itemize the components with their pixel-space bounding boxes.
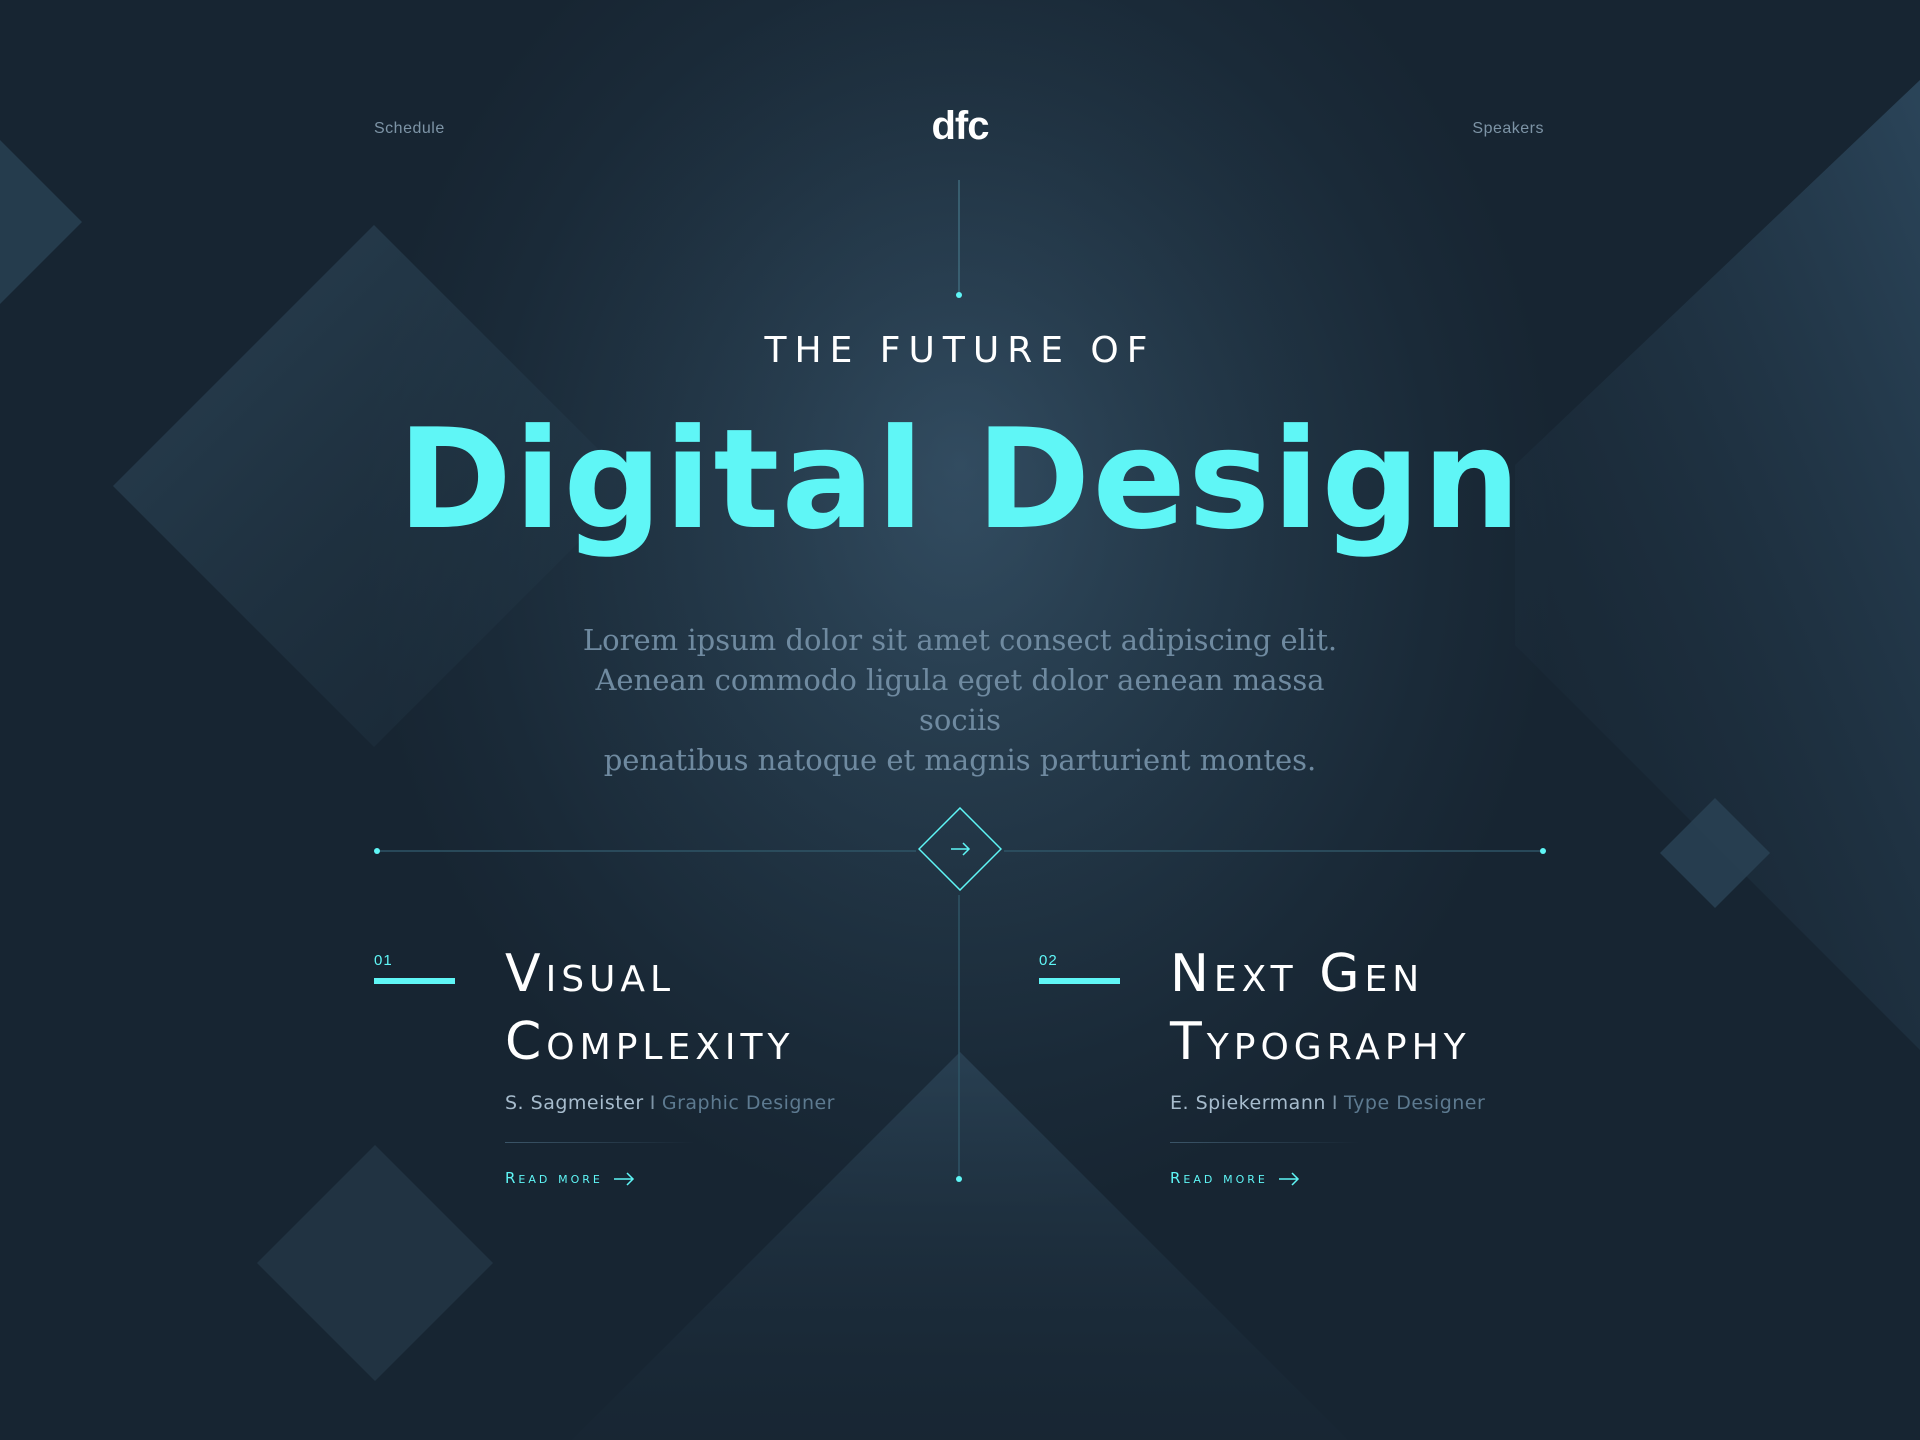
talk-title: Visual Complexity xyxy=(505,940,965,1076)
lede-line: Lorem ipsum dolor sit amet consect adipi… xyxy=(582,623,1338,657)
talk-title-line: Next Gen xyxy=(1170,944,1425,1004)
talk-title-line: Visual xyxy=(505,944,676,1004)
logo-text[interactable]: dfc xyxy=(932,104,990,149)
speaker-role: Type Designer xyxy=(1344,1092,1486,1114)
talk-number: 01 xyxy=(374,952,393,969)
read-more-link[interactable]: Read more xyxy=(1170,1169,1300,1187)
talk-rule xyxy=(505,1142,695,1143)
read-more-link[interactable]: Read more xyxy=(505,1169,635,1187)
lede-line: penatibus natoque et magnis parturient m… xyxy=(603,743,1317,777)
hero-eyebrow: THE FUTURE OF xyxy=(764,330,1156,371)
bg-diamond xyxy=(0,140,82,304)
read-more-label[interactable]: Read more xyxy=(1170,1169,1268,1187)
nav-speakers-link[interactable]: Speakers xyxy=(1472,120,1544,138)
speaker-role: Graphic Designer xyxy=(661,1092,835,1114)
arrow-right-icon xyxy=(1278,1171,1299,1186)
talk-accent-bar xyxy=(374,978,455,984)
logo[interactable]: dfc xyxy=(0,104,1920,149)
talk-rule xyxy=(1170,1142,1360,1143)
talk-title-line: Complexity xyxy=(505,1012,795,1072)
arrow-right-icon xyxy=(613,1171,634,1186)
next-diamond-button[interactable] xyxy=(917,806,1003,892)
talk-speaker-meta: S. Sagmeister I Graphic Designer xyxy=(505,1092,835,1114)
hero-headline: Digital Design xyxy=(397,399,1523,560)
meta-separator: I xyxy=(1331,1092,1339,1114)
meta-separator: I xyxy=(649,1092,656,1114)
talk-title: Next Gen Typography xyxy=(1170,940,1630,1076)
speaker-name: E. Spiekermann xyxy=(1170,1092,1326,1114)
read-more-label[interactable]: Read more xyxy=(505,1169,603,1187)
talk-speaker-meta: E. Spiekermann I Type Designer xyxy=(1170,1092,1485,1114)
arrow-right-icon xyxy=(917,806,1003,892)
bg-diamond xyxy=(257,1145,493,1381)
talk-title-line: Typography xyxy=(1170,1012,1471,1072)
talk-number: 02 xyxy=(1039,952,1058,969)
hero-page: Schedule dfc Speakers THE FUTURE OF Digi… xyxy=(0,0,1920,1440)
hero-lede: Lorem ipsum dolor sit amet consect adipi… xyxy=(560,620,1360,780)
speaker-name: S. Sagmeister xyxy=(505,1092,644,1114)
lede-line: Aenean commodo ligula eget dolor aenean … xyxy=(595,663,1325,737)
talk-accent-bar xyxy=(1039,978,1120,984)
